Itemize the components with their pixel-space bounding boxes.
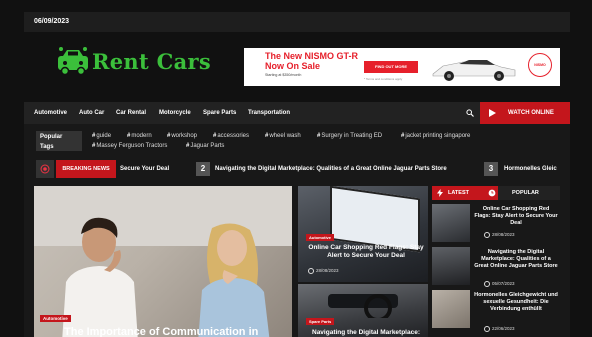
featured-story[interactable]: Automotive The Importance of Communicati… [34,186,292,337]
record-icon [40,164,50,174]
popular-tags-bar: Popular Tags #guide #modern #workshop #a… [24,128,570,154]
story-card[interactable]: Automotive Online Car Shopping Red Flags… [298,186,428,282]
sports-car-image [432,60,516,81]
breaking-news-ticker: BREAKING NEWS Secure Your Deal 2 Navigat… [34,158,570,180]
tag-link[interactable]: #Surgery in Treating ED [317,133,382,139]
site-name: Rent Cars [92,48,211,74]
ticker-toggle[interactable] [36,160,54,178]
car-logo-icon [58,47,88,76]
tag-link[interactable]: #jacket printing singapore [401,133,470,139]
ticker-item[interactable]: Navigating the Digital Marketplace: Qual… [215,166,447,172]
sidebar-entry-thumbnail [432,204,470,242]
ticker-item-number: 3 [484,162,498,176]
nav-item-transportation[interactable]: Transportation [248,110,290,116]
tag-link[interactable]: #accessories [213,133,249,139]
popular-tags-label-line2: Tags [40,144,54,150]
tag-link[interactable]: #Jaguar Parts [186,143,224,149]
page-frame: 06/09/2023 Rent Cars The New NISMO GT-R … [24,12,570,337]
search-icon[interactable] [466,109,474,117]
ad-headline: The New NISMO GT-R Now On Sale [265,51,358,71]
sidebar-entry-date: 05/07/2023 [484,281,515,287]
watch-online-label: WATCH ONLINE [508,110,554,116]
tab-popular-label: POPULAR [512,190,539,196]
clock-icon [484,281,490,287]
ad-fine-print: * Terms and conditions apply [364,77,403,81]
sidebar-entry[interactable]: Online Car Shopping Red Flags: Stay Aler… [432,204,560,244]
story-title[interactable]: Online Car Shopping Red Flags: Stay Aler… [308,244,424,260]
nav-item-spare-parts[interactable]: Spare Parts [203,110,236,116]
current-date: 06/09/2023 [34,18,70,25]
laptop-screen-image [330,186,420,253]
tag-link[interactable]: #modern [127,133,152,139]
tag-link[interactable]: #wheel wash [265,133,301,139]
car-interior-image [328,294,398,318]
sidebar-entry-title[interactable]: Hormonelles Gleichgewicht und sexuelle G… [474,292,558,313]
sidebar-entry[interactable]: Hormonelles Gleichgewicht und sexuelle G… [432,290,560,332]
tag-link[interactable]: #guide [92,133,111,139]
story-date: 28/08/2023 [308,268,339,274]
sidebar-entry-date-text: 22/06/2023 [492,326,515,332]
featured-story-title[interactable]: The Importance of Communication in [64,326,258,337]
clock-icon [488,189,496,197]
ticker-item[interactable]: Hormonelles Gleic [504,166,557,172]
ticker-item-number: 2 [196,162,210,176]
sidebar-entry-date: 28/08/2023 [484,232,515,238]
ticker-item[interactable]: Secure Your Deal [120,166,169,172]
watch-online-button[interactable]: WATCH ONLINE [480,102,570,124]
nav-item-motorcycle[interactable]: Motorcycle [159,110,191,116]
nav-item-automotive[interactable]: Automotive [34,110,67,116]
clock-icon [308,268,314,274]
category-badge[interactable]: Automotive [40,315,71,322]
clock-icon [484,326,490,332]
nismo-badge: NISMO [528,53,552,77]
tab-latest[interactable]: LATEST [432,186,498,200]
tab-popular[interactable]: POPULAR [500,186,560,200]
site-logo[interactable]: Rent Cars [56,46,211,76]
flash-icon [437,189,443,197]
category-badge[interactable]: Automotive [306,234,334,241]
popular-tags-label-line1: Popular [40,134,63,140]
ad-headline-line2: Now On Sale [265,61,321,71]
main-nav: Automotive Auto Car Car Rental Motorcycl… [24,102,570,124]
clock-icon [484,232,490,238]
featured-image-woman [198,223,270,337]
popular-tags-label: Popular Tags [36,131,82,151]
sidebar-entry-title[interactable]: Online Car Shopping Red Flags: Stay Aler… [474,206,558,227]
nav-item-auto-car[interactable]: Auto Car [79,110,104,116]
tab-latest-label: LATEST [448,190,469,196]
ad-subline: Starting at $350/month [265,73,302,77]
sidebar-entry-thumbnail [432,290,470,328]
tag-link[interactable]: #workshop [167,133,197,139]
top-bar: 06/09/2023 [24,12,570,32]
ad-find-out-more-button[interactable]: FIND OUT MORE [364,61,418,73]
sidebar-entry-date-text: 28/08/2023 [492,232,515,238]
sidebar-entry-date: 22/06/2023 [484,326,515,332]
sidebar-entry-thumbnail [432,247,470,285]
sidebar-widget: LATEST POPULAR Online Car Shopping Red F… [432,186,560,337]
nav-item-car-rental[interactable]: Car Rental [116,110,146,116]
sidebar-entry-date-text: 05/07/2023 [492,281,515,287]
ad-headline-line1: The New NISMO GT-R [265,51,359,61]
category-badge[interactable]: Spare Parts [306,318,335,325]
breaking-news-label: BREAKING NEWS [56,160,116,178]
story-title[interactable]: Navigating the Digital Marketplace: [308,329,424,337]
sidebar-entry-title[interactable]: Navigating the Digital Marketplace: Qual… [474,249,558,270]
sidebar-entry[interactable]: Navigating the Digital Marketplace: Qual… [432,247,560,287]
ad-banner[interactable]: The New NISMO GT-R Now On Sale Starting … [244,48,560,86]
tag-link[interactable]: #Massey Ferguson Tractors [92,143,167,149]
play-icon [489,109,496,117]
story-card[interactable]: Spare Parts Navigating the Digital Marke… [298,284,428,337]
story-date-text: 28/08/2023 [316,268,339,274]
